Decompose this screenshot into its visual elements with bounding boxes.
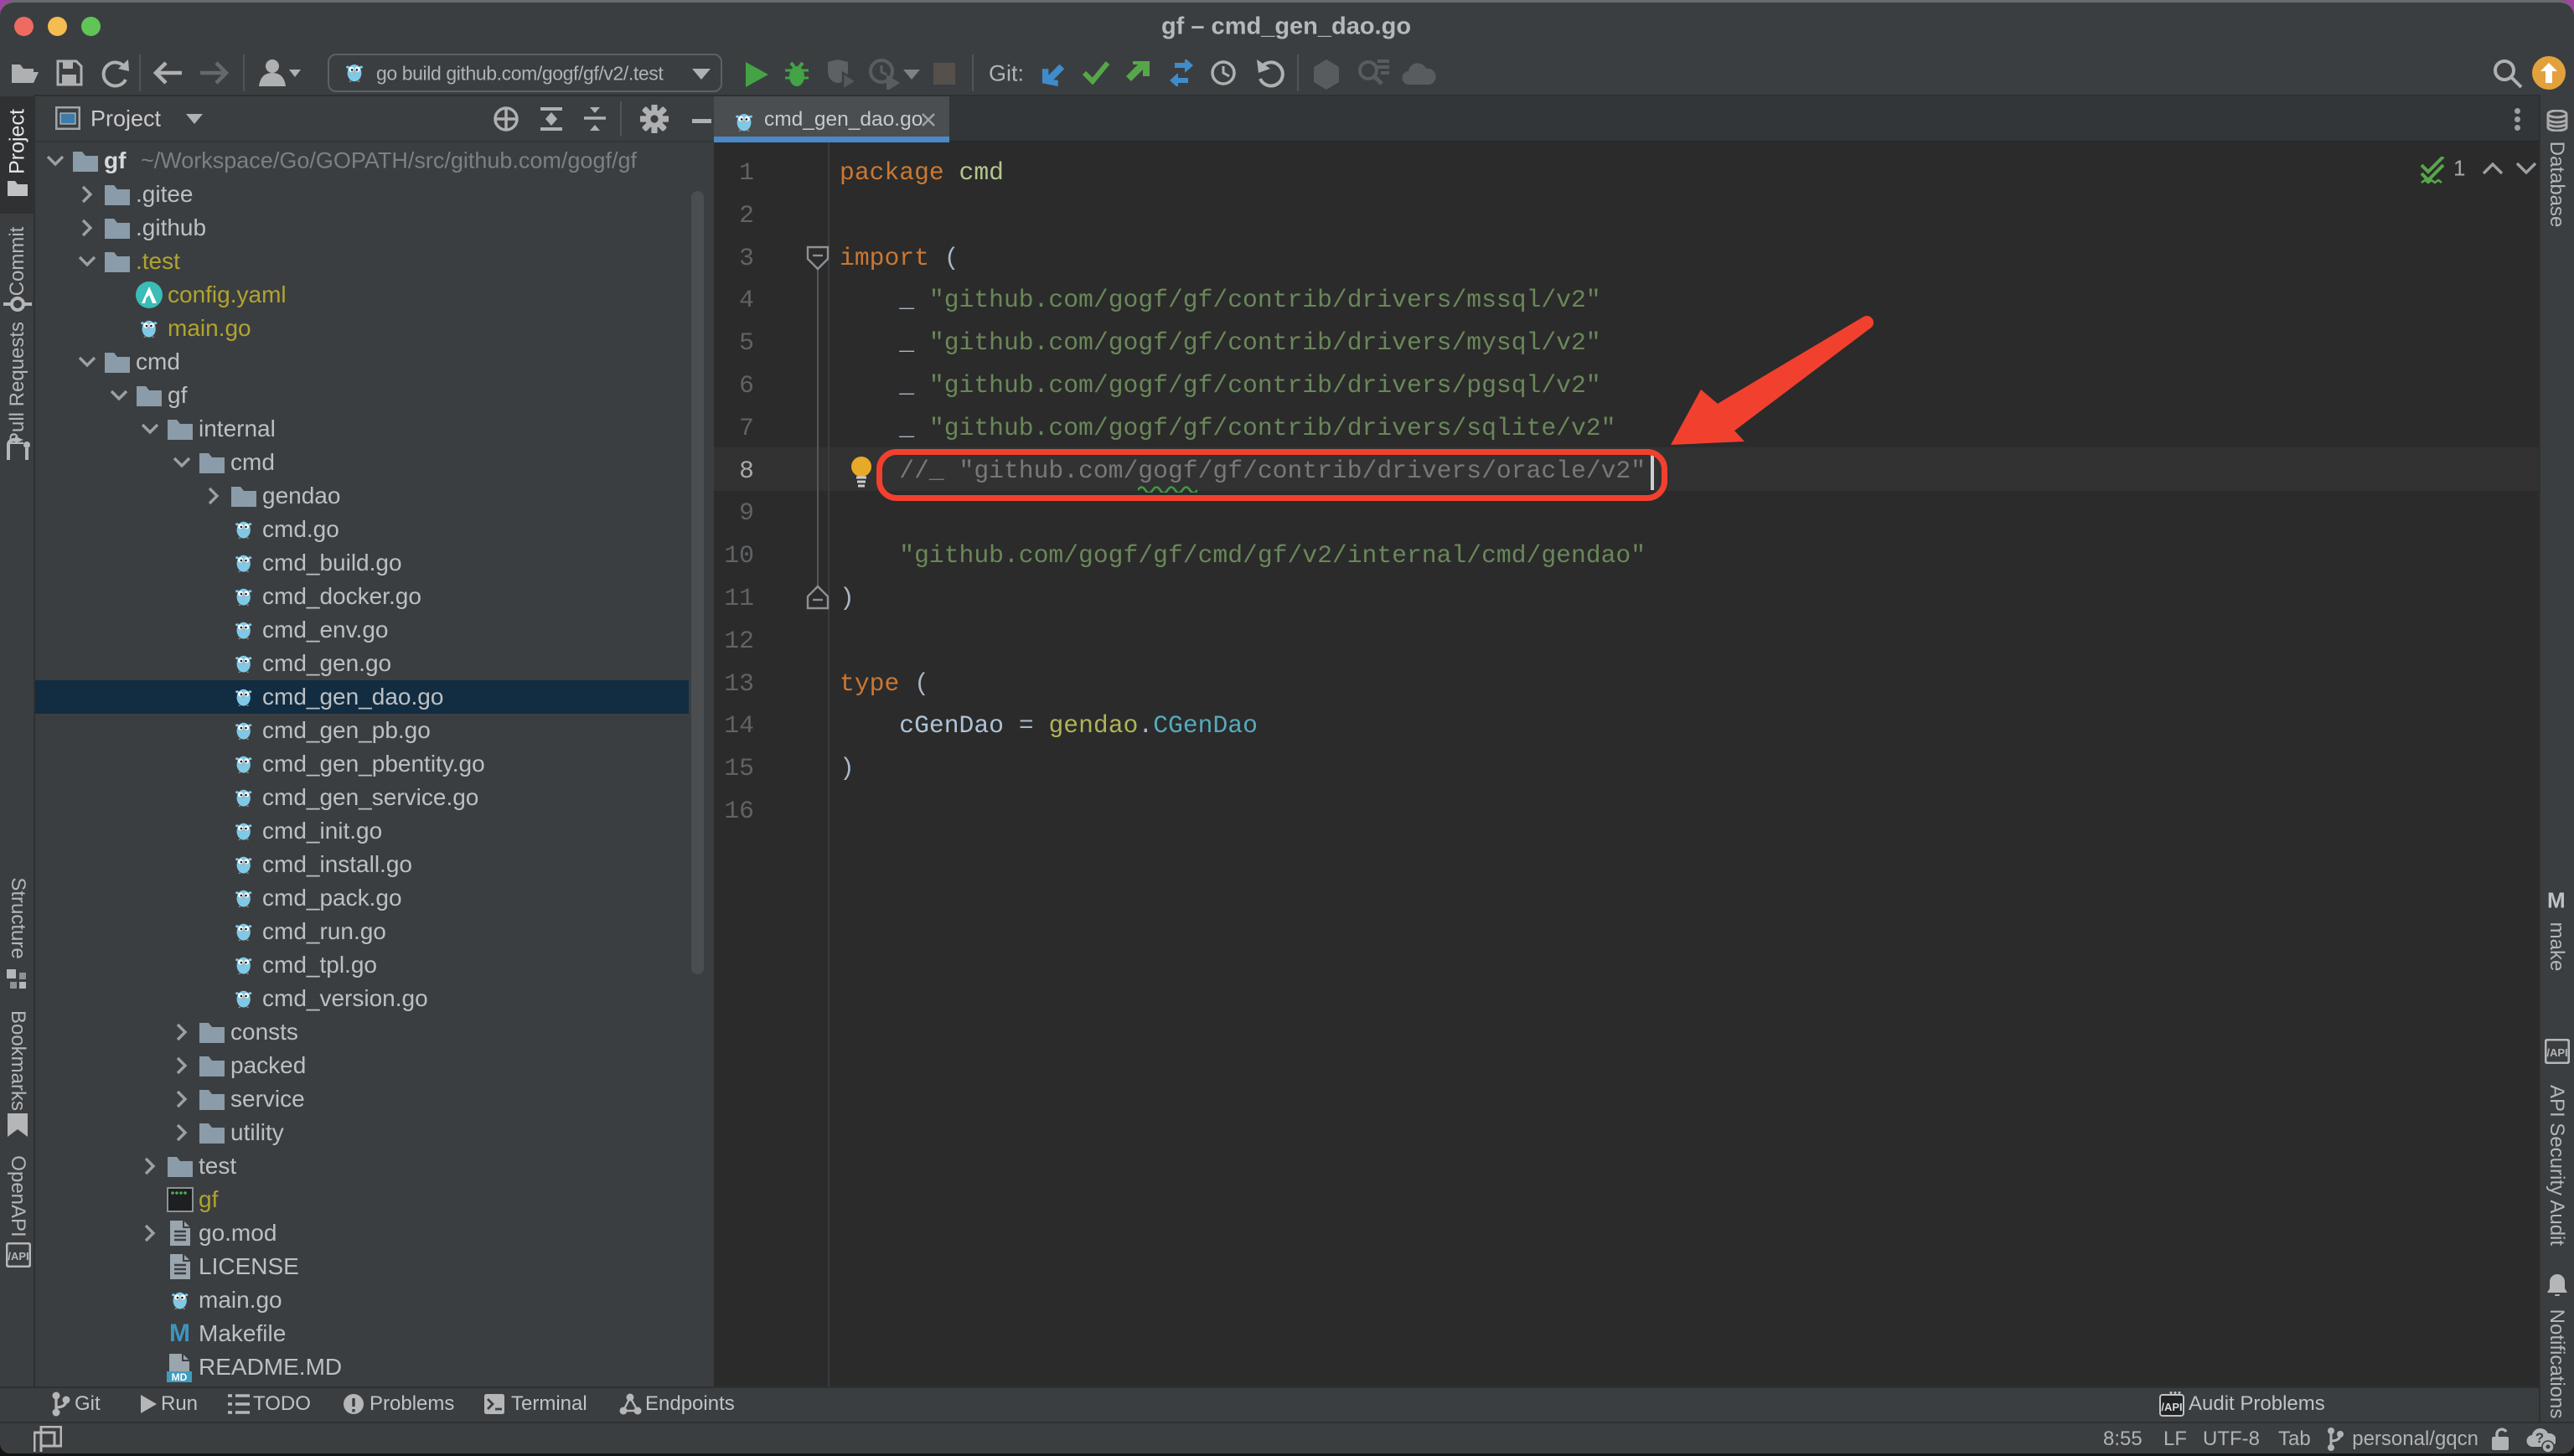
svg-text:/API: /API [2546,1046,2567,1059]
svg-text:/API: /API [8,1250,28,1262]
svg-text:MD: MD [172,1371,188,1383]
svg-text:/API: /API [2161,1401,2182,1413]
